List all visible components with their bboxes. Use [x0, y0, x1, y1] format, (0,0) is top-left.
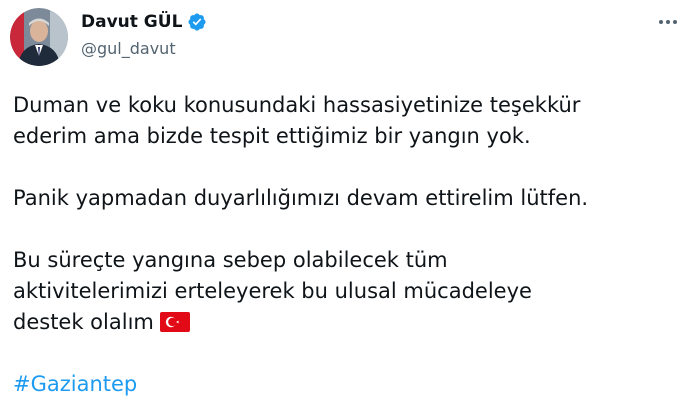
text-line: ederim ama bizde tespit ettiğimiz bir ya… [13, 124, 531, 148]
tweet-card: Davut GÜL @gul_davut Duman ve koku konus… [0, 0, 700, 420]
text-line: Bu süreçte yangına sebep olabilecek tüm [13, 248, 448, 272]
paragraph-2: Panik yapmadan duyarlılığımızı devam ett… [13, 183, 693, 214]
text-fragment: destek olalım [13, 310, 154, 334]
text-line: Duman ve koku konusundaki hassasiyetiniz… [13, 93, 581, 117]
author-display-name[interactable]: Davut GÜL [81, 11, 182, 33]
tweet-header: Davut GÜL @gul_davut [10, 8, 690, 68]
tweet-text: Duman ve koku konusundaki hassasiyetiniz… [13, 90, 693, 400]
paragraph-1: Duman ve koku konusundaki hassasiyetiniz… [13, 90, 693, 152]
verified-badge-icon [187, 12, 207, 32]
paragraph-3: Bu süreçte yangına sebep olabilecek tüm … [13, 245, 693, 338]
avatar-image [10, 8, 68, 66]
text-line: Panik yapmadan duyarlılığımızı devam ett… [13, 186, 589, 210]
text-line-with-flag: destek olalım [13, 307, 693, 338]
author-handle[interactable]: @gul_davut [81, 39, 176, 59]
avatar[interactable] [10, 8, 68, 66]
text-line: aktivitelerimizi erteleyerek bu ulusal m… [13, 279, 532, 303]
hashtag-link[interactable]: #Gaziantep [13, 369, 693, 400]
more-options-icon[interactable] [654, 12, 682, 32]
turkey-flag-icon [159, 310, 190, 332]
paragraph-hashtag: #Gaziantep [13, 369, 693, 400]
name-row: Davut GÜL [81, 11, 207, 33]
